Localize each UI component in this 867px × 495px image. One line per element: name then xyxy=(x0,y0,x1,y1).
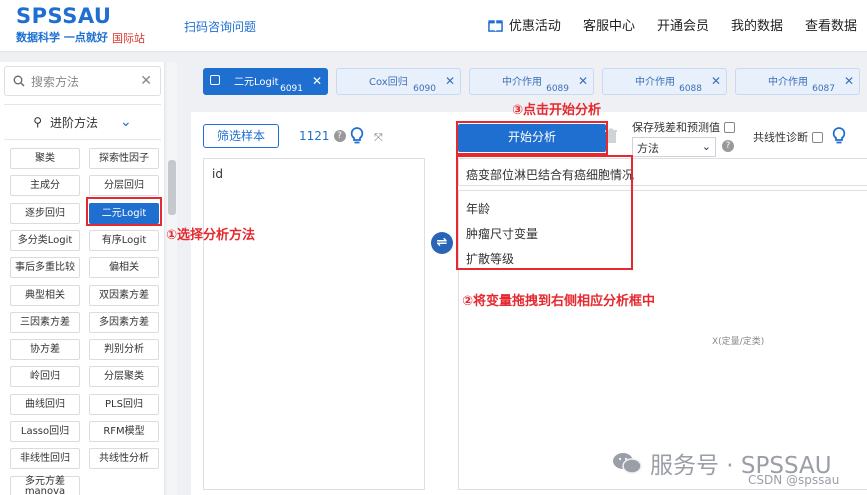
nav-promotions[interactable]: 优惠活动 xyxy=(488,15,561,34)
method-button[interactable]: 多分类Logit xyxy=(10,229,80,251)
nav-my-data[interactable]: 我的数据 xyxy=(731,15,783,34)
method-select-value: 方法 xyxy=(637,142,659,155)
method-button[interactable]: RFM模型 xyxy=(89,421,159,442)
tab-label: 二元Logit xyxy=(234,77,279,88)
save-residuals-option[interactable]: 保存残差和预测值 xyxy=(632,119,735,135)
section-advanced[interactable]: ⚲ 进阶方法 ⌄ xyxy=(4,104,161,140)
annotation-box-start xyxy=(456,121,608,155)
collinearity-option[interactable]: 共线性诊断 xyxy=(753,129,823,145)
help-icon[interactable]: ? xyxy=(333,130,346,142)
method-button[interactable]: PLS回归 xyxy=(89,393,159,415)
annotation-box-variables xyxy=(456,155,633,270)
method-button[interactable]: 共线性分析 xyxy=(89,448,159,470)
annotation-step2: ②将变量拖拽到右侧相应分析框中 xyxy=(462,294,656,309)
search-input[interactable]: 搜索方法 xyxy=(31,73,140,90)
edit-icon xyxy=(210,75,220,85)
paperclip-icon: ⚲ xyxy=(33,115,43,129)
nav-promotions-label: 优惠活动 xyxy=(508,19,561,34)
nav-view-data[interactable]: 查看数据 xyxy=(805,15,857,34)
section-advanced-label: 进阶方法 xyxy=(50,115,99,130)
close-icon[interactable]: ✕ xyxy=(578,74,588,88)
tab-number: 6088 xyxy=(679,84,702,94)
method-button[interactable]: 分层聚类 xyxy=(89,366,159,388)
qr-consult-link[interactable]: 扫码咨询问题 xyxy=(184,18,256,35)
annotation-box-method xyxy=(86,197,162,226)
tab-number: 6091 xyxy=(280,84,303,94)
csdn-watermark: CSDN @spssau xyxy=(748,473,840,487)
x-var-hint: X(定量/定类) xyxy=(712,337,765,347)
tab-label: 中介作用 xyxy=(502,77,542,88)
top-nav: 优惠活动 客服中心 开通会员 我的数据 查看数据 xyxy=(488,15,857,34)
close-icon[interactable]: ✕ xyxy=(844,74,854,88)
tab-label: Cox回归 xyxy=(369,77,408,88)
tab-number: 6087 xyxy=(812,84,835,94)
method-button[interactable]: 分层回归 xyxy=(89,175,159,197)
sample-count-value: 1121 xyxy=(299,129,330,143)
method-button[interactable]: 三因素方差 xyxy=(10,311,80,333)
method-button[interactable]: 逐步回归 xyxy=(10,202,80,224)
help-icon[interactable]: ? xyxy=(722,140,734,152)
method-search[interactable]: 搜索方法 ✕ xyxy=(4,66,161,96)
lightbulb-icon[interactable] xyxy=(832,127,846,145)
method-button[interactable]: 主成分 xyxy=(10,175,80,197)
intl-site-tag[interactable]: 国际站 xyxy=(112,30,145,46)
logo-slogan: 数据科学 一点就好 xyxy=(16,31,108,44)
tab-label: 中介作用 xyxy=(635,77,675,88)
tab-binary-logit[interactable]: 二元Logit 6091 ✕ xyxy=(203,68,328,95)
close-icon[interactable]: ✕ xyxy=(312,74,322,88)
save-residuals-label: 保存残差和预测值 xyxy=(632,121,720,134)
variable-item[interactable]: id xyxy=(212,167,223,181)
variable-list[interactable]: id xyxy=(203,158,425,490)
tab-number: 6090 xyxy=(413,84,436,94)
method-button[interactable]: 双因素方差 xyxy=(89,284,159,306)
method-button[interactable]: 多因素方差 xyxy=(89,311,159,333)
method-select[interactable]: 方法 ⌄ xyxy=(632,137,716,157)
tab-cox[interactable]: Cox回归 6090 ✕ xyxy=(336,68,461,95)
method-button[interactable]: Lasso回归 xyxy=(10,421,80,442)
method-button[interactable]: 曲线回归 xyxy=(10,393,80,415)
method-button[interactable]: 偏相关 xyxy=(89,257,159,279)
method-button[interactable]: 判别分析 xyxy=(89,339,159,361)
tab-mediation-3[interactable]: 中介作用 6087 ✕ xyxy=(735,68,860,95)
swap-icon[interactable]: ⇌ xyxy=(431,232,453,254)
logo[interactable]: SPSSAU xyxy=(16,4,111,28)
chevron-down-icon[interactable]: ⌄ xyxy=(120,114,132,130)
tab-number: 6089 xyxy=(546,84,569,94)
expand-icon[interactable]: ⤧ xyxy=(374,131,383,145)
lightbulb-icon[interactable] xyxy=(350,127,364,145)
collinearity-checkbox[interactable] xyxy=(812,131,823,143)
method-button[interactable]: 聚类 xyxy=(10,148,80,169)
method-button[interactable]: 岭回归 xyxy=(10,366,80,388)
tab-label: 中介作用 xyxy=(768,77,808,88)
tab-mediation-2[interactable]: 中介作用 6088 ✕ xyxy=(602,68,727,95)
filter-sample-button[interactable]: 筛选样本 xyxy=(203,124,279,148)
tab-mediation-1[interactable]: 中介作用 6089 ✕ xyxy=(469,68,594,95)
chevron-down-icon: ⌄ xyxy=(701,140,711,153)
method-button[interactable]: 有序Logit xyxy=(89,229,159,251)
method-button[interactable]: 典型相关 xyxy=(10,284,80,306)
collinearity-label: 共线性诊断 xyxy=(753,131,808,144)
gift-icon xyxy=(488,19,503,32)
method-button[interactable]: 事后多重比较 xyxy=(10,257,80,279)
clear-icon[interactable]: ✕ xyxy=(140,73,152,89)
sidebar-scrollbar[interactable] xyxy=(167,62,177,495)
nav-membership[interactable]: 开通会员 xyxy=(657,15,709,34)
close-icon[interactable]: ✕ xyxy=(445,74,455,88)
top-header: SPSSAU 数据科学 一点就好 国际站 扫码咨询问题 优惠活动 客服中心 开通… xyxy=(0,0,867,52)
sidebar-scroll-thumb[interactable] xyxy=(168,160,176,215)
method-button[interactable]: 非线性回归 xyxy=(10,448,80,470)
save-residuals-checkbox[interactable] xyxy=(724,121,735,133)
nav-service-center[interactable]: 客服中心 xyxy=(583,15,635,34)
method-button[interactable]: 探索性因子 xyxy=(89,148,159,169)
method-button[interactable]: 多元方差 manova xyxy=(10,475,80,495)
search-icon xyxy=(13,75,25,87)
wechat-icon xyxy=(613,453,642,474)
annotation-step1: ①选择分析方法 xyxy=(166,228,256,243)
sample-count: 1121 ? xyxy=(299,129,346,143)
close-icon[interactable]: ✕ xyxy=(711,74,721,88)
annotation-step3: ③点击开始分析 xyxy=(512,103,602,118)
method-button[interactable]: 协方差 xyxy=(10,339,80,361)
